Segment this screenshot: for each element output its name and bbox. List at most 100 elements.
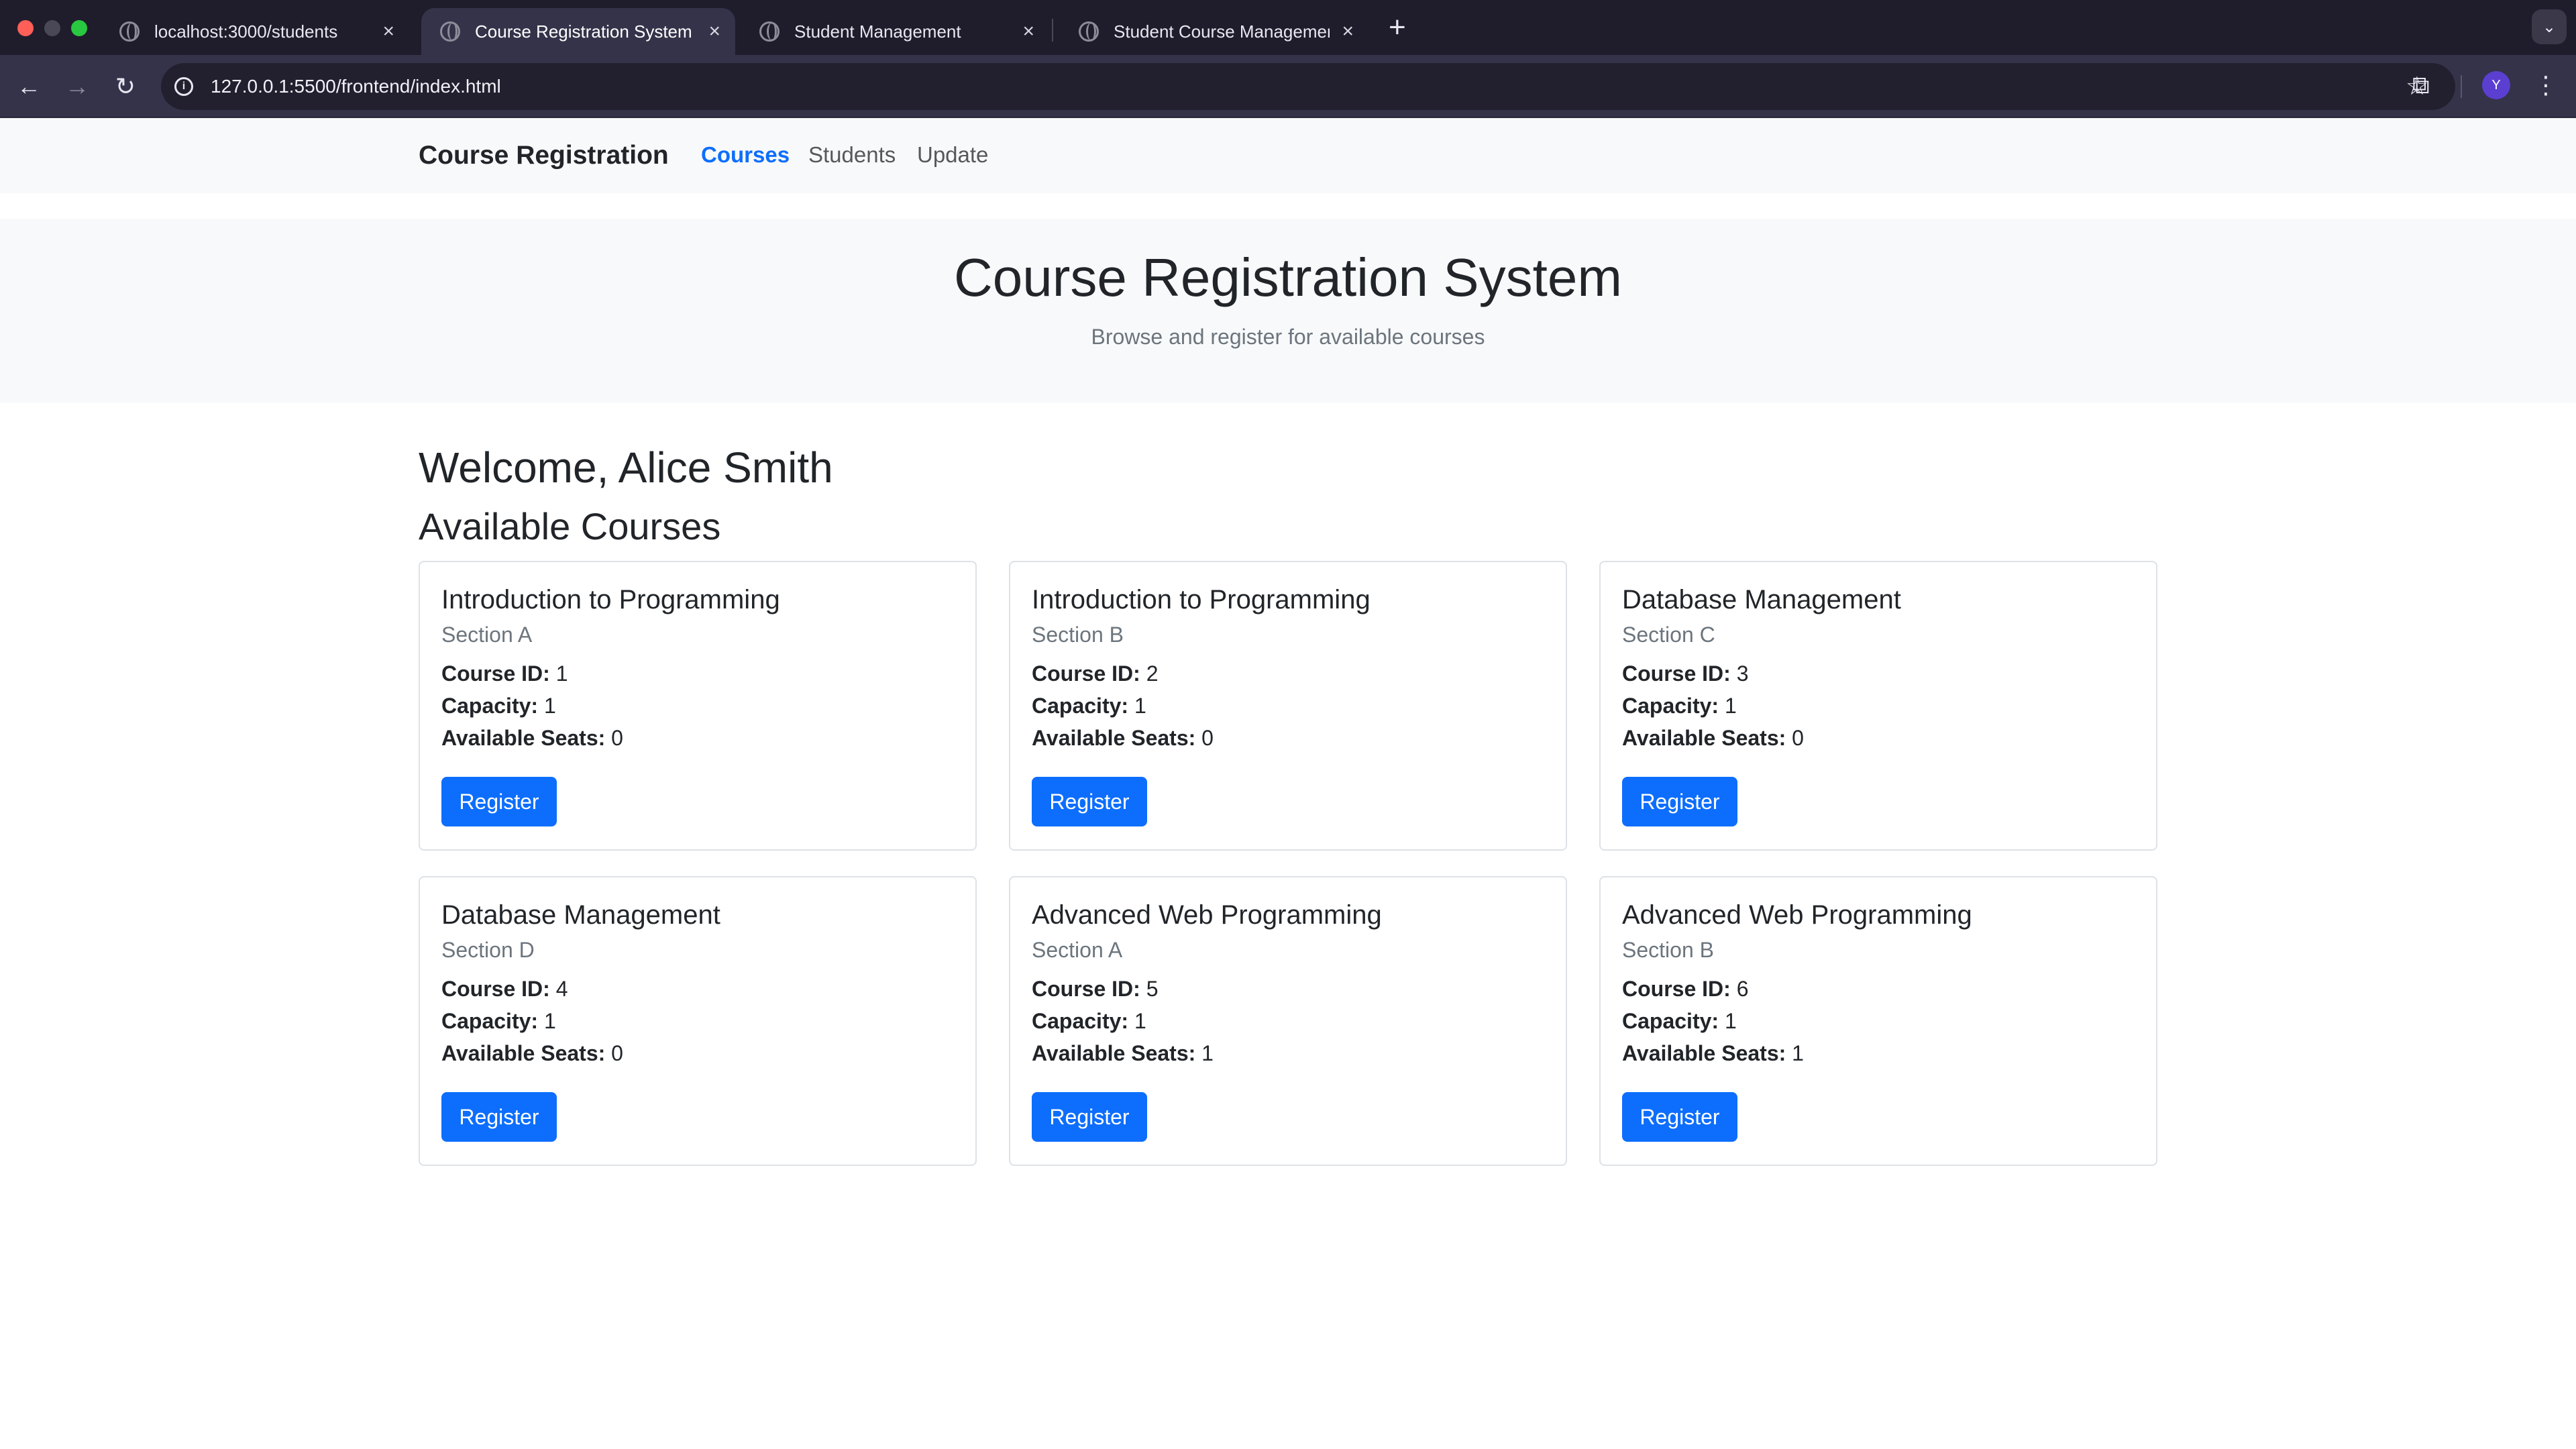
course-name: Database Management bbox=[441, 900, 720, 930]
course-id-line: Course ID: 1 bbox=[441, 661, 568, 686]
course-section: Section A bbox=[1032, 938, 1123, 962]
available-seats-line: Available Seats: 1 bbox=[1032, 1041, 1214, 1066]
capacity-label: Capacity: bbox=[441, 694, 539, 718]
tab-search-chevron-icon[interactable]: ⌄ bbox=[2532, 9, 2567, 44]
course-section: Section C bbox=[1622, 623, 1715, 647]
course-section: Section B bbox=[1622, 938, 1714, 962]
course-id-label: Course ID: bbox=[1622, 661, 1731, 686]
capacity-value: 1 bbox=[1134, 694, 1146, 718]
available-seats-line: Available Seats: 0 bbox=[441, 1041, 623, 1066]
browser-tab-course-registration[interactable]: Course Registration System × bbox=[421, 8, 735, 55]
course-id-line: Course ID: 6 bbox=[1622, 977, 1748, 1002]
course-id-label: Course ID: bbox=[441, 661, 550, 686]
register-button[interactable]: Register bbox=[1032, 1092, 1147, 1142]
course-card: Database Management Section D Course ID: 4… bbox=[419, 876, 977, 1166]
course-card: Introduction to Programming Section B Cour… bbox=[1009, 561, 1567, 851]
available-seats-value: 0 bbox=[611, 1041, 623, 1065]
browser-tab-student-management[interactable]: Student Management × bbox=[741, 8, 1049, 55]
nav-link-update[interactable]: Update bbox=[917, 142, 988, 168]
capacity-label: Capacity: bbox=[1032, 694, 1129, 718]
course-id-label: Course ID: bbox=[1032, 661, 1140, 686]
page-title: Course Registration System bbox=[954, 248, 1622, 307]
capacity-label: Capacity: bbox=[1622, 1009, 1719, 1033]
site-info-icon[interactable]: i bbox=[174, 77, 193, 96]
tab-title: Student Management bbox=[794, 21, 961, 42]
browser-toolbar: ← → ↻ i 127.0.0.1:5500/frontend/index.ht… bbox=[0, 55, 2576, 118]
capacity-value: 1 bbox=[543, 1009, 556, 1033]
course-card: Advanced Web Programming Section B Course … bbox=[1599, 876, 2157, 1166]
browser-tab-students[interactable]: localhost:3000/students × bbox=[101, 8, 409, 55]
register-button[interactable]: Register bbox=[441, 1092, 557, 1142]
url-text: 127.0.0.1:5500/frontend/index.html bbox=[211, 76, 501, 97]
available-seats-label: Available Seats: bbox=[1032, 726, 1196, 750]
new-tab-plus-icon[interactable]: + bbox=[1389, 12, 1406, 43]
address-bar[interactable]: i 127.0.0.1:5500/frontend/index.html ☆ bbox=[161, 63, 2455, 110]
browser-tab-bar: localhost:3000/students × Course Registr… bbox=[0, 0, 2576, 55]
available-seats-label: Available Seats: bbox=[1622, 726, 1786, 750]
app-navbar: Course Registration Courses Students Upd… bbox=[0, 118, 2576, 193]
tab-title: Student Course Management bbox=[1114, 21, 1330, 42]
available-seats-value: 0 bbox=[1792, 726, 1804, 750]
extensions-puzzle-icon[interactable]: ⧉ bbox=[2412, 71, 2439, 99]
course-id-value: 4 bbox=[555, 977, 568, 1001]
maximize-window-button[interactable] bbox=[71, 20, 87, 36]
more-menu-icon[interactable]: ⋮ bbox=[2534, 70, 2558, 101]
reload-icon[interactable]: ↻ bbox=[109, 70, 142, 103]
close-tab-icon[interactable]: × bbox=[1342, 21, 1354, 42]
register-button[interactable]: Register bbox=[1622, 777, 1737, 826]
available-seats-line: Available Seats: 1 bbox=[1622, 1041, 1804, 1066]
globe-icon bbox=[1079, 21, 1099, 42]
capacity-value: 1 bbox=[1724, 694, 1737, 718]
forward-arrow-icon[interactable]: → bbox=[60, 70, 94, 103]
globe-icon bbox=[119, 21, 140, 42]
tab-title: Course Registration System bbox=[475, 21, 692, 42]
course-card: Advanced Web Programming Section A Course … bbox=[1009, 876, 1567, 1166]
available-seats-value: 1 bbox=[1792, 1041, 1804, 1065]
register-button[interactable]: Register bbox=[441, 777, 557, 826]
course-name: Database Management bbox=[1622, 585, 1901, 614]
course-id-label: Course ID: bbox=[1032, 977, 1140, 1001]
back-arrow-icon[interactable]: ← bbox=[12, 70, 46, 103]
register-button[interactable]: Register bbox=[1622, 1092, 1737, 1142]
close-tab-icon[interactable]: × bbox=[708, 21, 720, 42]
available-seats-value: 0 bbox=[611, 726, 623, 750]
available-seats-line: Available Seats: 0 bbox=[1032, 726, 1214, 751]
capacity-line: Capacity: 1 bbox=[1032, 1009, 1146, 1034]
course-name: Advanced Web Programming bbox=[1622, 900, 1972, 930]
course-id-value: 3 bbox=[1736, 661, 1749, 686]
course-section: Section B bbox=[1032, 623, 1124, 647]
navbar-brand[interactable]: Course Registration bbox=[419, 141, 669, 170]
course-grid: Introduction to Programming Section A Cour… bbox=[419, 561, 2157, 1166]
available-seats-value: 0 bbox=[1201, 726, 1214, 750]
available-seats-label: Available Seats: bbox=[1032, 1041, 1196, 1065]
course-id-line: Course ID: 4 bbox=[441, 977, 568, 1002]
nav-link-students[interactable]: Students bbox=[808, 142, 896, 168]
register-button[interactable]: Register bbox=[1032, 777, 1147, 826]
capacity-value: 1 bbox=[543, 694, 556, 718]
close-window-button[interactable] bbox=[17, 20, 34, 36]
close-tab-icon[interactable]: × bbox=[1022, 21, 1034, 42]
toolbar-separator bbox=[2461, 75, 2462, 98]
welcome-heading: Welcome, Alice Smith bbox=[419, 443, 833, 492]
available-seats-line: Available Seats: 0 bbox=[441, 726, 623, 751]
tab-title: localhost:3000/students bbox=[154, 21, 338, 42]
profile-avatar[interactable]: Y bbox=[2482, 71, 2510, 99]
close-tab-icon[interactable]: × bbox=[382, 21, 394, 42]
course-id-label: Course ID: bbox=[441, 977, 550, 1001]
browser-tab-student-course-management[interactable]: Student Course Management × bbox=[1060, 8, 1368, 55]
course-id-line: Course ID: 5 bbox=[1032, 977, 1158, 1002]
available-seats-line: Available Seats: 0 bbox=[1622, 726, 1804, 751]
course-id-line: Course ID: 2 bbox=[1032, 661, 1158, 686]
capacity-label: Capacity: bbox=[441, 1009, 539, 1033]
available-seats-label: Available Seats: bbox=[441, 1041, 606, 1065]
capacity-line: Capacity: 1 bbox=[441, 1009, 556, 1034]
course-id-value: 1 bbox=[555, 661, 568, 686]
course-id-value: 5 bbox=[1146, 977, 1159, 1001]
minimize-window-button[interactable] bbox=[44, 20, 60, 36]
globe-icon bbox=[440, 21, 460, 42]
capacity-value: 1 bbox=[1134, 1009, 1146, 1033]
nav-link-courses[interactable]: Courses bbox=[701, 142, 790, 168]
capacity-line: Capacity: 1 bbox=[1622, 1009, 1737, 1034]
available-seats-label: Available Seats: bbox=[441, 726, 606, 750]
course-id-label: Course ID: bbox=[1622, 977, 1731, 1001]
